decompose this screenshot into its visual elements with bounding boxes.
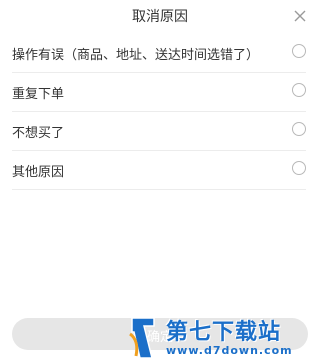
reason-option-3[interactable]: 其他原因 [12, 151, 306, 190]
reason-label: 重复下单 [12, 87, 65, 102]
dialog-header: 取消原因 [0, 0, 320, 34]
radio-button[interactable] [292, 83, 306, 97]
watermark-name: 第七下载站 [166, 320, 282, 345]
reason-list: 操作有误（商品、地址、送达时间选错了） 重复下单 不想买了 其他原因 [0, 34, 320, 190]
reason-label: 不想买了 [12, 126, 65, 141]
close-icon[interactable] [292, 8, 308, 24]
radio-button[interactable] [292, 122, 306, 136]
reason-option-1[interactable]: 重复下单 [12, 73, 306, 112]
dialog-title: 取消原因 [132, 9, 188, 25]
watermark-url: www.d7down.com [166, 344, 293, 357]
reason-label: 其他原因 [12, 165, 65, 180]
watermark-logo-icon [129, 317, 155, 359]
reason-option-0[interactable]: 操作有误（商品、地址、送达时间选错了） [12, 34, 306, 73]
radio-button[interactable] [292, 161, 306, 175]
watermark: 第七下载站 www.d7down.com [124, 312, 316, 362]
reason-option-2[interactable]: 不想买了 [12, 112, 306, 151]
radio-button[interactable] [292, 44, 306, 58]
reason-label: 操作有误（商品、地址、送达时间选错了） [12, 48, 260, 63]
